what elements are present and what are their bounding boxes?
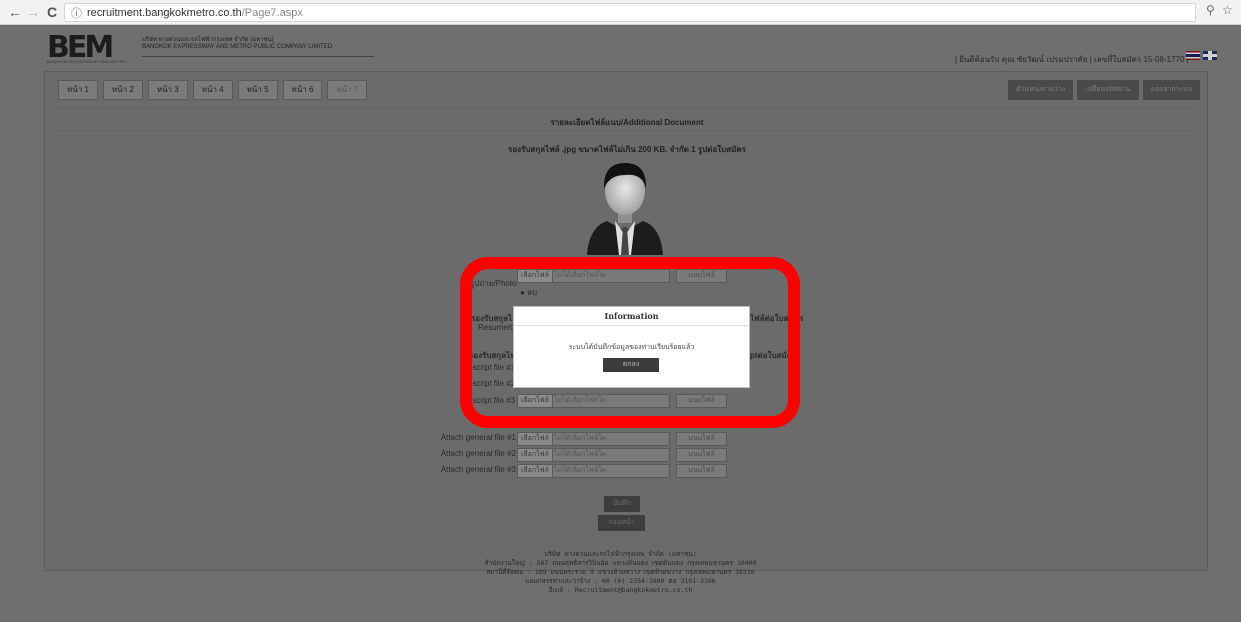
general-2-row: Attach general file #2 [430, 448, 516, 462]
section-title: รายละเอียดไฟล์แนบ/Additional Document [550, 118, 704, 127]
attach-general-2-button[interactable]: แนบไฟล์ [676, 448, 727, 462]
tab-page-7[interactable]: หน้า 7 [327, 80, 368, 100]
back-button[interactable]: ก่อนหน้า [598, 515, 645, 531]
choose-file-button[interactable]: เลือกไฟล์ [518, 449, 553, 461]
footer-head-office: สำนักงานใหญ่ : 587 ถนนสุทธิสารวินิจฉัย แ… [484, 559, 757, 567]
change-password-button[interactable]: เปลี่ยนรหัสผ่าน [1077, 80, 1139, 100]
general-1-row: Attach general file #1 [430, 432, 516, 446]
no-file-text: ไม่ได้เลือกไฟล์ใด [554, 451, 607, 458]
welcome-text: | ยินดีต้อนรับ คุณ ชัยวัฒน์ เปรมปราคัย |… [955, 55, 1189, 64]
tab-page-1[interactable]: หน้า 1 [58, 80, 98, 100]
choose-file-button[interactable]: เลือกไฟล์ [518, 433, 553, 445]
url-host: recruitment.bangkokmetro.co.th [87, 7, 242, 19]
general-2-file-input[interactable]: เลือกไฟล์ ไม่ได้เลือกไฟล์ใด [517, 448, 670, 462]
no-file-text: ไม่ได้เลือกไฟล์ใด [554, 467, 607, 474]
site-info-icon[interactable]: ⓘ [71, 5, 82, 21]
forward-arrow-icon[interactable]: → [24, 3, 42, 21]
avatar-placeholder [585, 155, 665, 255]
general-1-label: Attach general file #1 [440, 433, 516, 442]
no-file-text: ไม่ได้เลือกไฟล์ใด [554, 435, 607, 442]
tab-page-3[interactable]: หน้า 3 [147, 80, 188, 100]
footer-phone: แผนกสรรหาและว่าจ้าง : 66 (0) 2354-2000 ต… [525, 577, 716, 585]
url-path: /Page7.aspx [241, 7, 303, 19]
tab-page-4[interactable]: หน้า 4 [192, 80, 233, 100]
footer-contact-office: สถานีที่ติดต่อ : 189 ถนนพระราม 9 แขวงห้ว… [486, 568, 755, 576]
zoom-icon[interactable]: ⚲ [1206, 3, 1215, 17]
thai-flag-icon[interactable] [1186, 51, 1200, 60]
reload-icon[interactable]: C [43, 3, 61, 21]
bem-logo: BEM [47, 30, 114, 65]
attach-general-3-button[interactable]: แนบไฟล์ [676, 464, 727, 478]
save-button[interactable]: บันทึก [604, 496, 640, 512]
general-3-file-input[interactable]: เลือกไฟล์ ไม่ได้เลือกไฟล์ใด [517, 464, 670, 478]
bookmark-star-icon[interactable]: ☆ [1222, 3, 1233, 17]
header-divider [142, 56, 374, 57]
choose-file-button[interactable]: เลือกไฟล์ [518, 465, 553, 477]
general-2-label: Attach general file #2 [440, 449, 516, 458]
general-3-row: Attach general file #3 [430, 464, 516, 478]
company-name-en: BANGKOK EXPRESSWAY AND METRO PUBLIC COMP… [142, 44, 333, 50]
page-tabs: หน้า 1 หน้า 2 หน้า 3 หน้า 4 หน้า 5 หน้า … [58, 80, 368, 100]
general-3-label: Attach general file #3 [440, 465, 516, 474]
footer-email: อีเมล์ : Recruitment@bangkokmetro.co.th [548, 586, 693, 594]
logo-subtext: BANGKOK EXPRESSWAY AND METRO [47, 59, 126, 64]
attach-general-1-button[interactable]: แนบไฟล์ [676, 432, 727, 446]
positions-button[interactable]: ตำแหน่งงานว่าง [1007, 80, 1074, 100]
uk-flag-icon[interactable] [1203, 51, 1217, 60]
red-highlight-annotation [460, 257, 800, 428]
logout-button[interactable]: ออกจากระบบ [1142, 80, 1200, 100]
header-actions: ตำแหน่งงานว่าง เปลี่ยนรหัสผ่าน ออกจากระบ… [1007, 80, 1200, 100]
address-bar[interactable]: ⓘ recruitment.bangkokmetro.co.th/Page7.a… [64, 3, 1196, 22]
divider [60, 107, 1194, 108]
divider [60, 130, 1194, 131]
back-arrow-icon[interactable]: ← [6, 3, 24, 21]
tab-page-2[interactable]: หน้า 2 [102, 80, 143, 100]
browser-toolbar: ← → C ⓘ recruitment.bangkokmetro.co.th/P… [0, 0, 1241, 25]
tab-page-6[interactable]: หน้า 6 [282, 80, 323, 100]
tab-page-5[interactable]: หน้า 5 [237, 80, 278, 100]
company-name-th: บริษัท ทางด่วนและรถไฟฟ้ากรุงเทพ จำกัด (ม… [142, 37, 274, 43]
footer: บริษัท ทางด่วนและรถไฟฟ้ากรุงเทพ จำกัด (ม… [0, 550, 1241, 595]
general-1-file-input[interactable]: เลือกไฟล์ ไม่ได้เลือกไฟล์ใด [517, 432, 670, 446]
footer-company: บริษัท ทางด่วนและรถไฟฟ้ากรุงเทพ จำกัด (ม… [544, 550, 697, 558]
